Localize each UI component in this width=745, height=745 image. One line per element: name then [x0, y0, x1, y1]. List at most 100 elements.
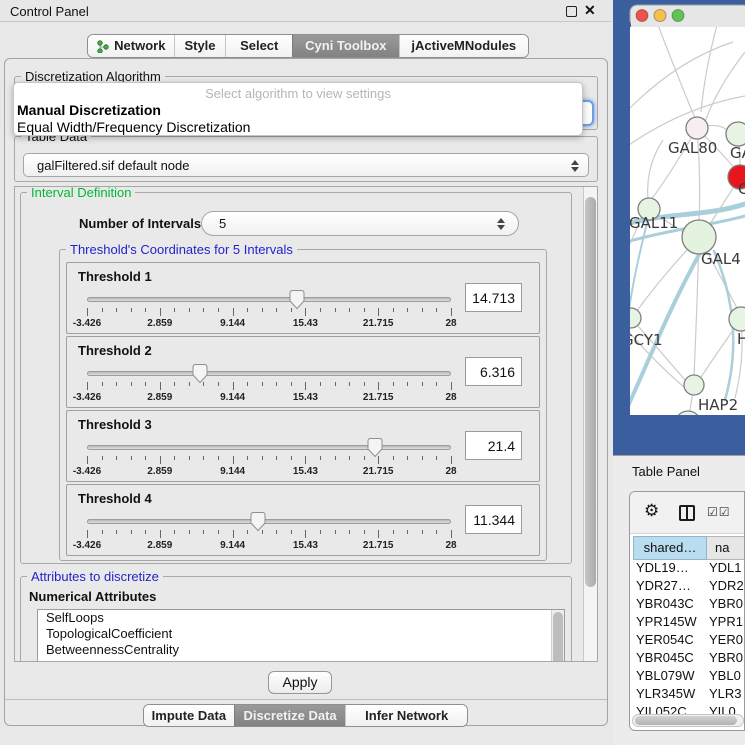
gear-icon[interactable]: ⚙ [644, 501, 659, 521]
attribute-item[interactable]: BetweennessCentrality [38, 642, 564, 658]
tab-discretize-data[interactable]: Discretize Data [234, 705, 346, 726]
network-node[interactable] [682, 220, 716, 254]
apply-button[interactable]: Apply [268, 671, 332, 694]
threshold-2-value-field[interactable]: 6.316 [465, 357, 522, 386]
threshold-4-value-field[interactable]: 11.344 [465, 505, 522, 534]
tick-mark [291, 382, 292, 386]
group-title: Attributes to discretize [27, 569, 163, 584]
tick-mark [436, 456, 437, 460]
cell-name: YDR2 [709, 578, 745, 593]
float-window-icon[interactable] [566, 6, 577, 17]
tab-style[interactable]: Style [174, 35, 226, 57]
scrollbar-thumb[interactable] [553, 612, 563, 662]
tick-mark [87, 456, 88, 464]
tick-mark [276, 456, 277, 460]
traffic-light-minimize-icon[interactable] [654, 10, 666, 22]
column-checkboxes-icon[interactable]: ☑☑ [707, 505, 731, 519]
number-of-intervals-select[interactable]: 5 [201, 211, 519, 236]
vertical-scrollbar[interactable] [583, 187, 597, 661]
threshold-1-slider[interactable]: -3.4262.8599.14415.4321.71528 [87, 289, 451, 331]
table-row[interactable]: YLR345WYLR3 [633, 686, 745, 704]
tab-infer-network[interactable]: Infer Network [345, 705, 467, 726]
slider-track[interactable] [87, 445, 451, 450]
scrollbar-thumb[interactable] [585, 197, 596, 587]
cell-shared-name: YDR27… [636, 578, 707, 593]
numerical-attributes-list[interactable]: SelfLoopsTopologicalCoefficientBetweenne… [37, 609, 565, 662]
table-data-select[interactable]: galFiltered.sif default node [23, 153, 589, 177]
table-row[interactable]: YDL19…YDL1 [633, 560, 745, 578]
cell-name: YER0 [709, 632, 745, 647]
traffic-light-zoom-icon[interactable] [672, 10, 684, 22]
network-node[interactable] [726, 122, 745, 146]
popup-option-manual-discretization[interactable]: Manual Discretization [17, 102, 161, 118]
tick-mark [160, 308, 161, 316]
threshold-3-value-field[interactable]: 21.4 [465, 431, 522, 460]
tick-mark [218, 308, 219, 312]
slider-track[interactable] [87, 297, 451, 302]
interval-definition-group: Interval Definition Number of Intervals … [20, 192, 572, 564]
cell-name: YBR0 [709, 596, 745, 611]
tick-mark [262, 308, 263, 312]
threshold-1-value-field[interactable]: 14.713 [465, 283, 522, 312]
attribute-item[interactable]: TopologicalCoefficient [38, 626, 564, 642]
slider-tick-labels: -3.4262.8599.14415.4321.71528 [87, 392, 451, 404]
threshold-2-slider[interactable]: -3.4262.8599.14415.4321.71528 [87, 363, 451, 405]
tick-label: 28 [445, 466, 456, 477]
close-icon[interactable]: ✕ [584, 2, 596, 19]
column-header-name[interactable]: na [707, 536, 745, 560]
slider-track[interactable] [87, 519, 451, 524]
tab-impute-data[interactable]: Impute Data [144, 705, 234, 726]
table-row[interactable]: YBL079WYBL0 [633, 668, 745, 686]
node-label: GAL80 [668, 139, 717, 157]
threshold-4-slider[interactable]: -3.4262.8599.14415.4321.71528 [87, 511, 451, 553]
tick-mark [422, 530, 423, 534]
split-columns-icon[interactable] [679, 505, 695, 521]
popup-option-equal-width-frequency[interactable]: Equal Width/Frequency Discretization [17, 119, 250, 135]
table-row[interactable]: YBR043CYBR0 [633, 596, 745, 614]
table-row[interactable]: YER054CYER0 [633, 632, 745, 650]
table-row[interactable]: YPR145WYPR1 [633, 614, 745, 632]
slider-thumb[interactable] [366, 437, 384, 458]
column-header-shared[interactable]: shared… [633, 536, 707, 560]
network-view-window[interactable]: GAL80GACGAL11GAL4GCY1HHAP2 [613, 0, 745, 455]
tick-mark [116, 530, 117, 534]
tab-select[interactable]: Select [225, 35, 292, 57]
tick-label: 21.715 [363, 466, 394, 477]
tick-mark [320, 530, 321, 534]
slider-thumb[interactable] [249, 511, 267, 532]
tick-mark [451, 530, 452, 538]
slider-thumb[interactable] [191, 363, 209, 384]
tick-mark [131, 530, 132, 534]
scrollbar-thumb[interactable] [635, 716, 737, 725]
tick-label: 15.43 [293, 318, 318, 329]
stepper-arrows-icon [497, 217, 505, 231]
node-label: H [737, 330, 745, 348]
tick-mark [407, 308, 408, 312]
tick-label: 21.715 [363, 392, 394, 403]
tick-mark [203, 456, 204, 460]
tick-mark [378, 530, 379, 538]
threshold-3-slider[interactable]: -3.4262.8599.14415.4321.71528 [87, 437, 451, 479]
tab-network[interactable]: Network [88, 35, 174, 57]
numerical-attributes-label: Numerical Attributes [29, 589, 156, 604]
table-data-group: Table Data galFiltered.sif default node [14, 136, 598, 182]
tick-mark [145, 456, 146, 460]
network-node[interactable] [686, 117, 708, 139]
node-table-rows: YDL19…YDL1YDR27…YDR2YBR043CYBR0YPR145WYP… [633, 560, 745, 722]
cell-shared-name: YBL079W [636, 668, 707, 683]
table-row[interactable]: YBR045CYBR0 [633, 650, 745, 668]
tab-cyni-toolbox[interactable]: Cyni Toolbox [292, 35, 399, 57]
stepper-arrows-icon [571, 159, 579, 173]
attribute-item[interactable]: SelfLoops [38, 610, 564, 626]
horizontal-scrollbar[interactable] [632, 714, 744, 727]
tab-jactivemnodules[interactable]: jActiveMNodules [399, 35, 528, 57]
traffic-light-close-icon[interactable] [636, 10, 648, 22]
table-row[interactable]: YDR27…YDR2 [633, 578, 745, 596]
list-scrollbar[interactable] [551, 610, 564, 662]
network-node[interactable] [684, 375, 704, 395]
tick-mark [145, 382, 146, 386]
tick-mark [160, 382, 161, 390]
slider-thumb[interactable] [288, 289, 306, 310]
slider-track[interactable] [87, 371, 451, 376]
tick-mark [131, 456, 132, 460]
